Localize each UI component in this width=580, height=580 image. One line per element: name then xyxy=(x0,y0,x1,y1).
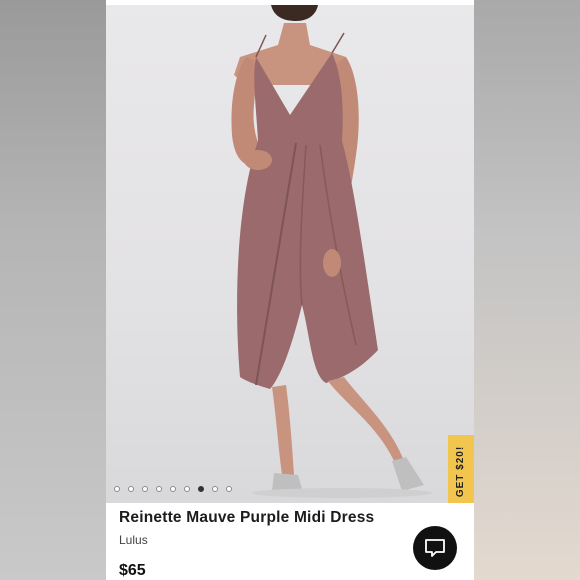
carousel-dot[interactable] xyxy=(128,486,134,492)
chat-button[interactable] xyxy=(413,526,457,570)
carousel-dot[interactable] xyxy=(142,486,148,492)
product-image[interactable] xyxy=(106,5,474,503)
carousel-dot-active[interactable] xyxy=(198,486,204,492)
product-price: $65 xyxy=(119,562,146,579)
carousel-dot[interactable] xyxy=(156,486,162,492)
product-brand[interactable]: Lulus xyxy=(119,533,148,547)
left-blurred-background xyxy=(0,0,106,580)
carousel-dot[interactable] xyxy=(212,486,218,492)
right-blurred-background xyxy=(474,0,580,580)
carousel-dot[interactable] xyxy=(114,486,120,492)
carousel-dots xyxy=(106,486,232,498)
carousel-dot[interactable] xyxy=(226,486,232,492)
chat-bubble-icon xyxy=(425,539,445,557)
product-screen: GET $20! Reinette Mauve Purple Midi Dres… xyxy=(106,0,474,580)
promo-label: GET $20! xyxy=(455,445,467,498)
product-title[interactable]: Reinette Mauve Purple Midi Dress xyxy=(119,509,374,527)
carousel-dot[interactable] xyxy=(184,486,190,492)
promo-tab[interactable]: GET $20! xyxy=(448,435,474,508)
model-illustration xyxy=(231,5,432,498)
carousel-dot[interactable] xyxy=(170,486,176,492)
